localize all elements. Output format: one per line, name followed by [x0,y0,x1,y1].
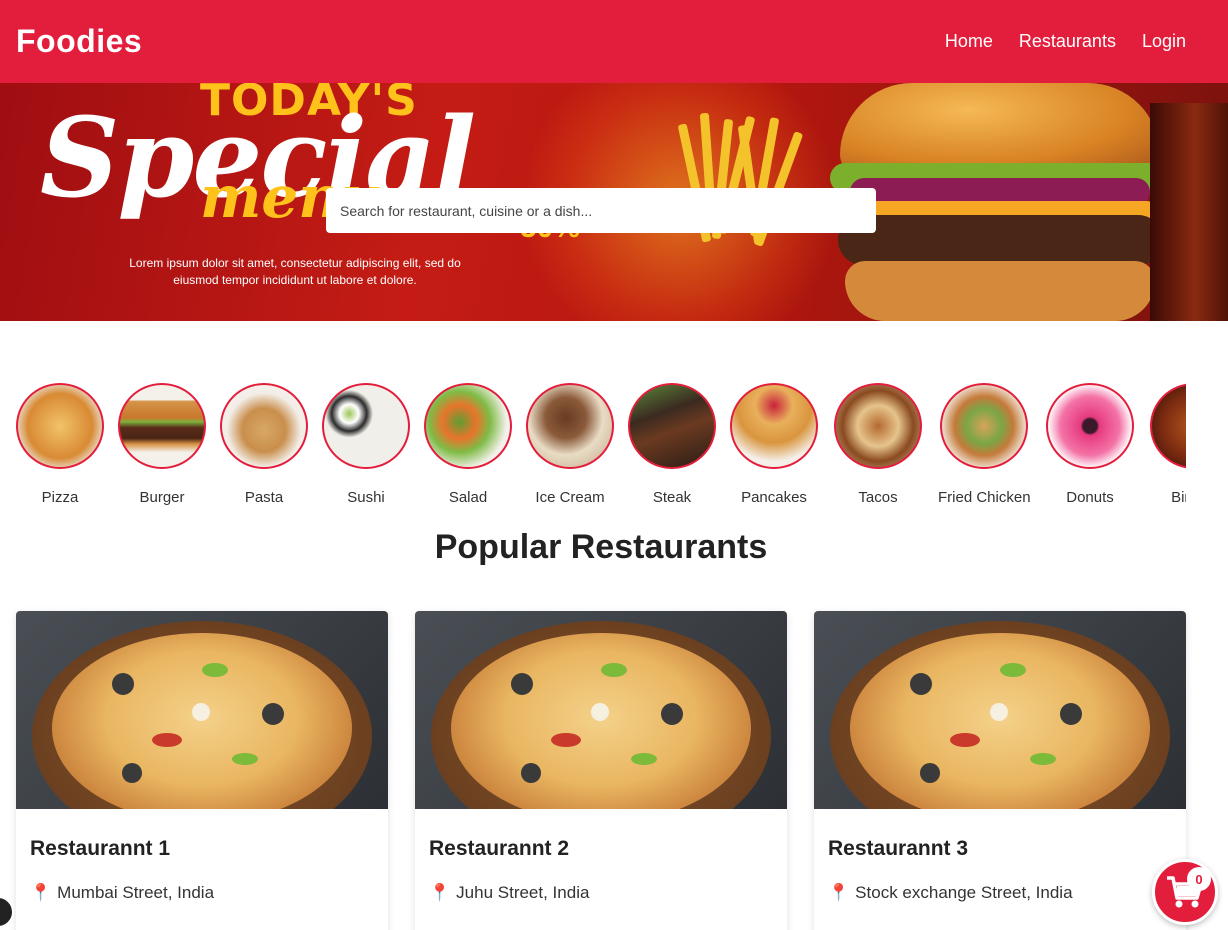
category-steak[interactable]: Steak [628,383,716,523]
restaurant-card[interactable]: Restaurannt 1 📍 Mumbai Street, India [16,611,388,930]
restaurant-image [415,611,787,809]
nav-links: Home Restaurants Login [919,31,1212,52]
category-label: Sushi [347,489,385,506]
burger-icon [118,383,206,469]
category-ice-cream[interactable]: Ice Cream [526,383,614,523]
pizza-icon [16,383,104,469]
category-burger[interactable]: Burger [118,383,206,523]
category-carousel: Pizza Burger Pasta Sushi Salad Ice Cream… [16,383,1186,523]
cart-count-badge: 0 [1187,867,1211,891]
logo[interactable]: Foodies [16,23,142,60]
restaurant-location: 📍 Mumbai Street, India [30,883,214,903]
category-label: Donuts [1066,489,1114,506]
category-pasta[interactable]: Pasta [220,383,308,523]
nav-link-restaurants[interactable]: Restaurants [1019,31,1116,52]
category-label: Pasta [244,489,284,506]
pasta-icon [220,383,308,469]
category-label: Salad [448,489,488,506]
restaurant-location: 📍 Stock exchange Street, India [828,883,1073,903]
restaurant-location-text: Juhu Street, India [456,883,590,902]
location-pin-icon: 📍 [828,883,850,902]
restaurant-image [814,611,1186,809]
restaurant-card[interactable]: Restaurannt 2 📍 Juhu Street, India [415,611,787,930]
category-fried-chicken[interactable]: Fried Chicken [938,383,1031,523]
restaurant-card[interactable]: Restaurannt 3 📍 Stock exchange Street, I… [814,611,1186,930]
category-label: Pancakes [741,489,807,506]
pancakes-icon [730,383,818,469]
category-salad[interactable]: Salad [424,383,512,523]
cart-button[interactable]: 0 [1152,859,1218,925]
restaurant-location-text: Stock exchange Street, India [855,883,1073,902]
sushi-icon [322,383,410,469]
category-label: Tacos [858,489,898,506]
burger-image [830,83,1170,321]
category-label: Biryani [1171,489,1186,506]
fried-chicken-icon [940,383,1028,469]
tacos-icon [834,383,922,469]
category-donuts[interactable]: Donuts [1046,383,1134,523]
category-pizza[interactable]: Pizza [16,383,104,523]
steak-icon [628,383,716,469]
restaurant-name: Restaurannt 1 [30,837,171,860]
theme-toggle-button[interactable] [0,896,14,928]
category-biryani[interactable]: Biryani [1150,383,1186,523]
section-heading: Popular Restaurants [434,528,768,566]
category-label: Pizza [41,489,79,506]
restaurant-image [16,611,388,809]
nav-link-home[interactable]: Home [945,31,993,52]
biryani-icon [1150,383,1186,469]
category-pancakes[interactable]: Pancakes [730,383,818,523]
category-tacos[interactable]: Tacos [834,383,922,523]
category-label: Fried Chicken [938,489,1031,506]
restaurant-name: Restaurannt 3 [828,837,969,860]
category-label: Ice Cream [535,489,605,506]
drink-image [1150,103,1228,321]
nav-link-login[interactable]: Login [1142,31,1186,52]
ice-cream-icon [526,383,614,469]
restaurant-location-text: Mumbai Street, India [57,883,215,902]
restaurant-name: Restaurannt 2 [429,837,570,860]
category-label: Steak [652,489,692,506]
search-input[interactable] [326,188,876,233]
salad-icon [424,383,512,469]
category-label: Burger [139,489,185,506]
donuts-icon [1046,383,1134,469]
category-sushi[interactable]: Sushi [322,383,410,523]
location-pin-icon: 📍 [429,883,451,902]
location-pin-icon: 📍 [30,883,52,902]
restaurant-location: 📍 Juhu Street, India [429,883,589,903]
hero-tagline: Lorem ipsum dolor sit amet, consectetur … [129,256,461,287]
navbar: Foodies Home Restaurants Login [0,0,1228,83]
